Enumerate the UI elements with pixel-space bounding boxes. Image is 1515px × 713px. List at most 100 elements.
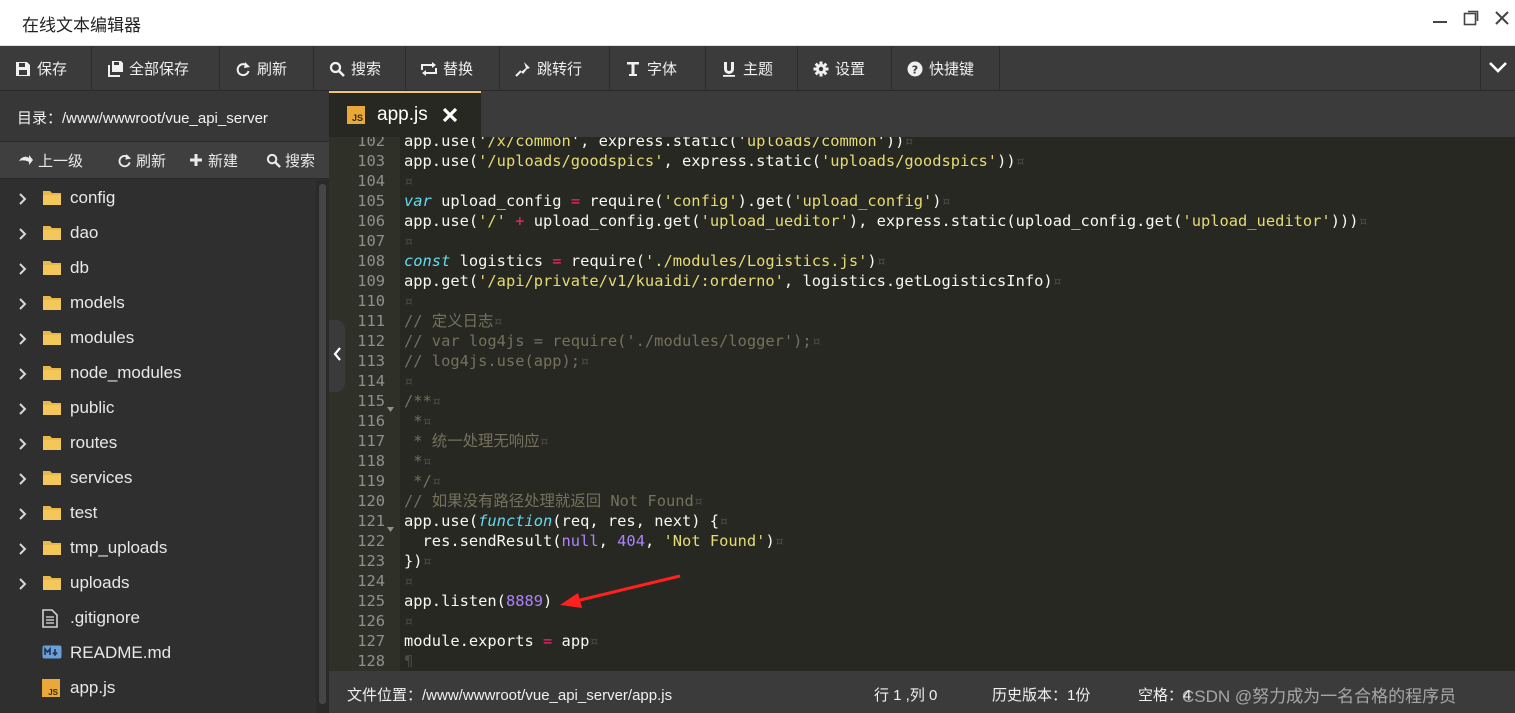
sidebar-refresh-button[interactable]: 刷新 bbox=[116, 142, 166, 178]
code-line[interactable]: 124 ¤ bbox=[329, 571, 1515, 591]
up-level-button[interactable]: 上一级 bbox=[18, 142, 83, 178]
search-icon bbox=[265, 152, 281, 168]
tree-folder[interactable]: config bbox=[0, 180, 316, 215]
code-line[interactable]: 112// var log4js = require('./modules/lo… bbox=[329, 331, 1515, 351]
code-line[interactable]: 118 *¤ bbox=[329, 451, 1515, 471]
chevron-right-icon[interactable] bbox=[18, 296, 30, 310]
chevron-right-icon[interactable] bbox=[18, 331, 30, 345]
code-line[interactable]: 128 ¶ bbox=[329, 651, 1515, 671]
tree-folder[interactable]: node_modules bbox=[0, 355, 316, 390]
code-line[interactable]: 102 app.use('/x/common', express.static('… bbox=[329, 137, 1515, 151]
code-line[interactable]: 111// 定义日志¤ bbox=[329, 311, 1515, 331]
tree-file[interactable]: .gitignore bbox=[0, 600, 316, 635]
tree-folder[interactable]: public bbox=[0, 390, 316, 425]
fold-arrow-icon[interactable] bbox=[387, 398, 394, 412]
code-line[interactable]: 108 const logistics = require('./modules/… bbox=[329, 251, 1515, 271]
search-button[interactable]: 搜索 bbox=[314, 46, 406, 91]
line-number: 125 bbox=[357, 592, 385, 610]
chevron-right-icon[interactable] bbox=[18, 436, 30, 450]
tab-app-js[interactable]: JS app.js bbox=[329, 91, 481, 137]
scrollbar-thumb[interactable] bbox=[319, 184, 326, 704]
goto-line-button[interactable]: 跳转行 bbox=[500, 46, 610, 91]
tree-folder[interactable]: test bbox=[0, 495, 316, 530]
code-line[interactable]: 115 /**¤ bbox=[329, 391, 1515, 412]
close-tab-icon[interactable] bbox=[442, 107, 458, 123]
tree-file[interactable]: JS app.js bbox=[0, 670, 316, 705]
refresh-button[interactable]: 刷新 bbox=[220, 46, 314, 91]
shortcuts-button[interactable]: ? 快捷键 bbox=[892, 46, 1000, 91]
code-text: app.listen(8889) bbox=[404, 592, 553, 610]
sidebar-search-button[interactable]: 搜索 bbox=[265, 142, 315, 178]
theme-icon bbox=[720, 60, 738, 78]
close-icon[interactable] bbox=[1493, 9, 1511, 35]
code-line[interactable]: 113// log4js.use(app);¤ bbox=[329, 351, 1515, 371]
text-file-icon bbox=[42, 608, 62, 628]
code-line[interactable]: 114 ¤ bbox=[329, 371, 1515, 391]
tree-folder[interactable]: db bbox=[0, 250, 316, 285]
tree-file[interactable]: README.md bbox=[0, 635, 316, 670]
code-line[interactable]: 127 module.exports = app¤ bbox=[329, 631, 1515, 651]
chevron-right-icon[interactable] bbox=[18, 366, 30, 380]
chevron-right-icon[interactable] bbox=[18, 226, 30, 240]
code-text: /**¤ bbox=[404, 392, 442, 410]
markdown-file-icon bbox=[42, 644, 62, 662]
tree-folder[interactable]: routes bbox=[0, 425, 316, 460]
chevron-right-icon[interactable] bbox=[18, 191, 30, 205]
code-line[interactable]: 107 ¤ bbox=[329, 231, 1515, 251]
toolbar-collapse-button[interactable] bbox=[1480, 46, 1515, 91]
chevron-right-icon[interactable] bbox=[18, 261, 30, 275]
replace-button[interactable]: 替换 bbox=[406, 46, 500, 91]
line-number: 121 bbox=[357, 512, 385, 530]
tree-folder[interactable]: modules bbox=[0, 320, 316, 355]
svg-text:JS: JS bbox=[48, 688, 58, 697]
font-button[interactable]: 字体 bbox=[610, 46, 706, 91]
code-line[interactable]: 109 app.get('/api/private/v1/kuaidi/:orde… bbox=[329, 271, 1515, 291]
code-text: app.use('/uploads/goodspics', express.st… bbox=[404, 152, 1025, 170]
line-number: 103 bbox=[357, 152, 385, 170]
search-icon bbox=[328, 60, 346, 78]
code-text: */¤ bbox=[404, 472, 442, 490]
tree-folder[interactable]: services bbox=[0, 460, 316, 495]
tab-strip: JS app.js bbox=[329, 91, 1515, 137]
folder-icon bbox=[42, 329, 62, 347]
tree-folder[interactable]: tmp_uploads bbox=[0, 530, 316, 565]
sidebar-collapse-handle[interactable] bbox=[329, 320, 345, 392]
folder-icon bbox=[42, 574, 62, 592]
chevron-right-icon[interactable] bbox=[18, 541, 30, 555]
theme-button[interactable]: 主题 bbox=[706, 46, 798, 91]
code-text: app.get('/api/private/v1/kuaidi/:orderno… bbox=[404, 272, 1062, 290]
history-versions[interactable]: 历史版本：1份 bbox=[992, 684, 1090, 705]
line-number: 123 bbox=[357, 552, 385, 570]
code-editor[interactable]: 102 app.use('/x/common', express.static('… bbox=[329, 137, 1515, 671]
sidebar-scrollbar[interactable] bbox=[316, 180, 329, 713]
code-line[interactable]: 121 app.use(function(req, res, next) {¤ bbox=[329, 511, 1515, 532]
code-line[interactable]: 125 app.listen(8889) bbox=[329, 591, 1515, 611]
chevron-right-icon[interactable] bbox=[18, 576, 30, 590]
code-line[interactable]: 117 * 统一处理无响应¤ bbox=[329, 431, 1515, 451]
tree-folder[interactable]: models bbox=[0, 285, 316, 320]
code-line[interactable]: 123})¤ bbox=[329, 551, 1515, 571]
save-button[interactable]: 保存 bbox=[0, 46, 92, 91]
tree-folder[interactable]: dao bbox=[0, 215, 316, 250]
minimize-icon[interactable] bbox=[1431, 9, 1449, 35]
code-text: app.use(function(req, res, next) {¤ bbox=[404, 512, 729, 530]
code-line[interactable]: 104 ¤ bbox=[329, 171, 1515, 191]
code-line[interactable]: 122 res.sendResult(null, 404, 'Not Found… bbox=[329, 531, 1515, 551]
chevron-right-icon[interactable] bbox=[18, 401, 30, 415]
code-line[interactable]: 106 app.use('/' + upload_config.get('uplo… bbox=[329, 211, 1515, 231]
chevron-right-icon[interactable] bbox=[18, 506, 30, 520]
code-line[interactable]: 119 */¤ bbox=[329, 471, 1515, 491]
settings-button[interactable]: 设置 bbox=[798, 46, 892, 91]
chevron-right-icon[interactable] bbox=[18, 471, 30, 485]
code-line[interactable]: 116 *¤ bbox=[329, 411, 1515, 431]
new-file-button[interactable]: 新建 bbox=[188, 142, 238, 178]
maximize-icon[interactable] bbox=[1462, 9, 1480, 35]
fold-arrow-icon[interactable] bbox=[387, 518, 394, 532]
code-line[interactable]: 110 ¤ bbox=[329, 291, 1515, 311]
save-all-button[interactable]: 全部保存 bbox=[92, 46, 220, 91]
code-line[interactable]: 120 // 如果没有路径处理就返回 Not Found¤ bbox=[329, 491, 1515, 511]
code-line[interactable]: 126 ¤ bbox=[329, 611, 1515, 631]
code-line[interactable]: 105 var upload_config = require('config')… bbox=[329, 191, 1515, 211]
code-line[interactable]: 103 app.use('/uploads/goodspics', express… bbox=[329, 151, 1515, 171]
tree-folder[interactable]: uploads bbox=[0, 565, 316, 600]
